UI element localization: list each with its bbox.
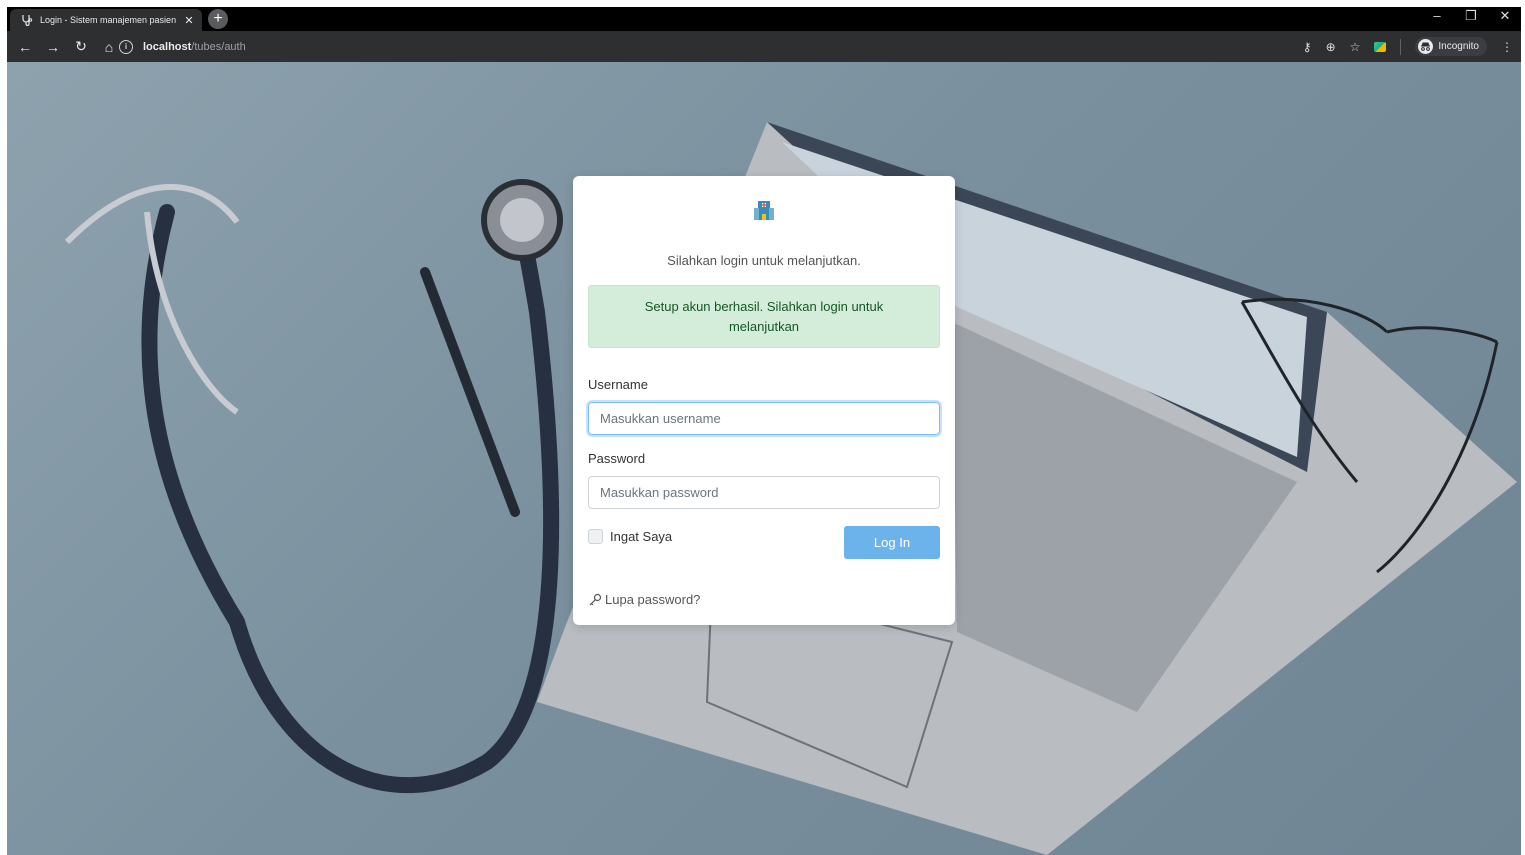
star-icon[interactable]: ☆	[1350, 40, 1361, 54]
url-path: /tubes/auth	[191, 40, 246, 53]
minimize-icon[interactable]: –	[1429, 8, 1445, 24]
remember-label: Ingat Saya	[610, 529, 673, 544]
remember-checkbox[interactable]	[588, 529, 603, 544]
tab-strip: Login - Sistem manajemen pasien ✕ + – ❐ …	[7, 7, 1521, 31]
toolbar-actions: ⚷ ⊕ ☆ Incognito ⋮	[1303, 31, 1513, 62]
tab-title: Login - Sistem manajemen pasien	[40, 15, 177, 25]
back-icon[interactable]: ←	[17, 39, 33, 55]
close-window-icon[interactable]: ✕	[1497, 8, 1513, 24]
toolbar-divider	[1400, 38, 1402, 55]
url-host: localhost	[143, 40, 192, 53]
username-input[interactable]	[588, 402, 940, 435]
success-alert: Setup akun berhasil. Silahkan login untu…	[588, 285, 940, 348]
browser-window: Login - Sistem manajemen pasien ✕ + – ❐ …	[7, 7, 1521, 855]
login-button[interactable]: Log In	[844, 526, 940, 559]
incognito-icon	[1418, 39, 1434, 54]
new-tab-button[interactable]: +	[208, 9, 228, 29]
forgot-password-link[interactable]: Lupa password?	[588, 592, 700, 607]
home-icon[interactable]: ⌂	[101, 39, 117, 55]
active-tab[interactable]: Login - Sistem manajemen pasien ✕	[10, 9, 202, 31]
window-controls: – ❐ ✕	[1429, 8, 1513, 24]
forward-icon[interactable]: →	[45, 39, 61, 55]
password-label: Password	[588, 451, 646, 466]
forgot-password-label: Lupa password?	[605, 592, 701, 607]
key-icon[interactable]: ⚷	[1303, 40, 1312, 54]
incognito-badge[interactable]: Incognito	[1415, 37, 1487, 56]
browser-toolbar: ← → ↻ ⌂ i localhost /tubes/auth ⚷ ⊕ ☆ In…	[7, 31, 1521, 62]
stethoscope-favicon-icon	[20, 13, 34, 27]
password-input[interactable]	[588, 476, 940, 509]
login-card: Silahkan login untuk melanjutkan. Setup …	[573, 176, 955, 625]
username-label: Username	[588, 377, 648, 392]
zoom-icon[interactable]: ⊕	[1326, 40, 1336, 54]
tab-close-icon[interactable]: ✕	[182, 14, 196, 27]
key-icon	[589, 593, 602, 605]
nav-buttons: ← → ↻ ⌂	[17, 31, 117, 62]
login-subtitle: Silahkan login untuk melanjutkan.	[667, 253, 861, 268]
reload-icon[interactable]: ↻	[73, 38, 89, 55]
info-icon[interactable]: i	[119, 39, 133, 54]
hospital-logo-icon	[754, 201, 774, 220]
extension-icon[interactable]	[1374, 41, 1387, 52]
incognito-label: Incognito	[1438, 41, 1479, 52]
address-bar[interactable]: i localhost /tubes/auth	[119, 36, 1279, 57]
menu-icon[interactable]: ⋮	[1501, 40, 1513, 54]
restore-icon[interactable]: ❐	[1463, 8, 1479, 24]
remember-me[interactable]: Ingat Saya	[588, 529, 672, 544]
background-image: Silahkan login untuk melanjutkan. Setup …	[7, 62, 1521, 855]
